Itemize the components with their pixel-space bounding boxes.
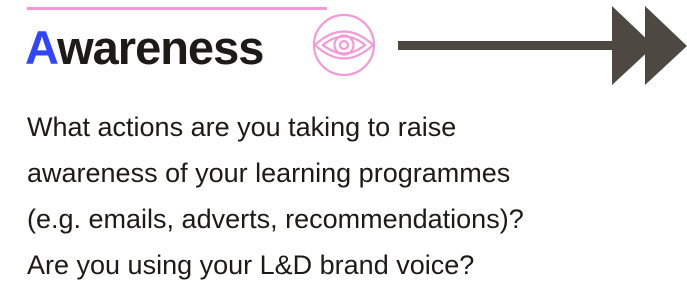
prompt-line: (e.g. emails, adverts, recommendations)? xyxy=(27,204,524,234)
prompt-text: What actions are you taking to raise awa… xyxy=(27,104,677,286)
accent-rule xyxy=(27,7,327,10)
prompt-line: What actions are you taking to raise xyxy=(27,112,457,142)
prompt-line: Are you using your L&D brand voice? xyxy=(27,250,475,280)
section-title: Awareness xyxy=(25,20,264,76)
title-rest: wareness xyxy=(57,21,264,74)
title-initial: A xyxy=(25,21,58,74)
eye-icon xyxy=(312,13,376,77)
awareness-card: Awareness What actions are you taking to… xyxy=(0,0,687,286)
forward-arrow-icon xyxy=(398,6,687,85)
prompt-line: awareness of your learning programmes xyxy=(27,158,511,188)
